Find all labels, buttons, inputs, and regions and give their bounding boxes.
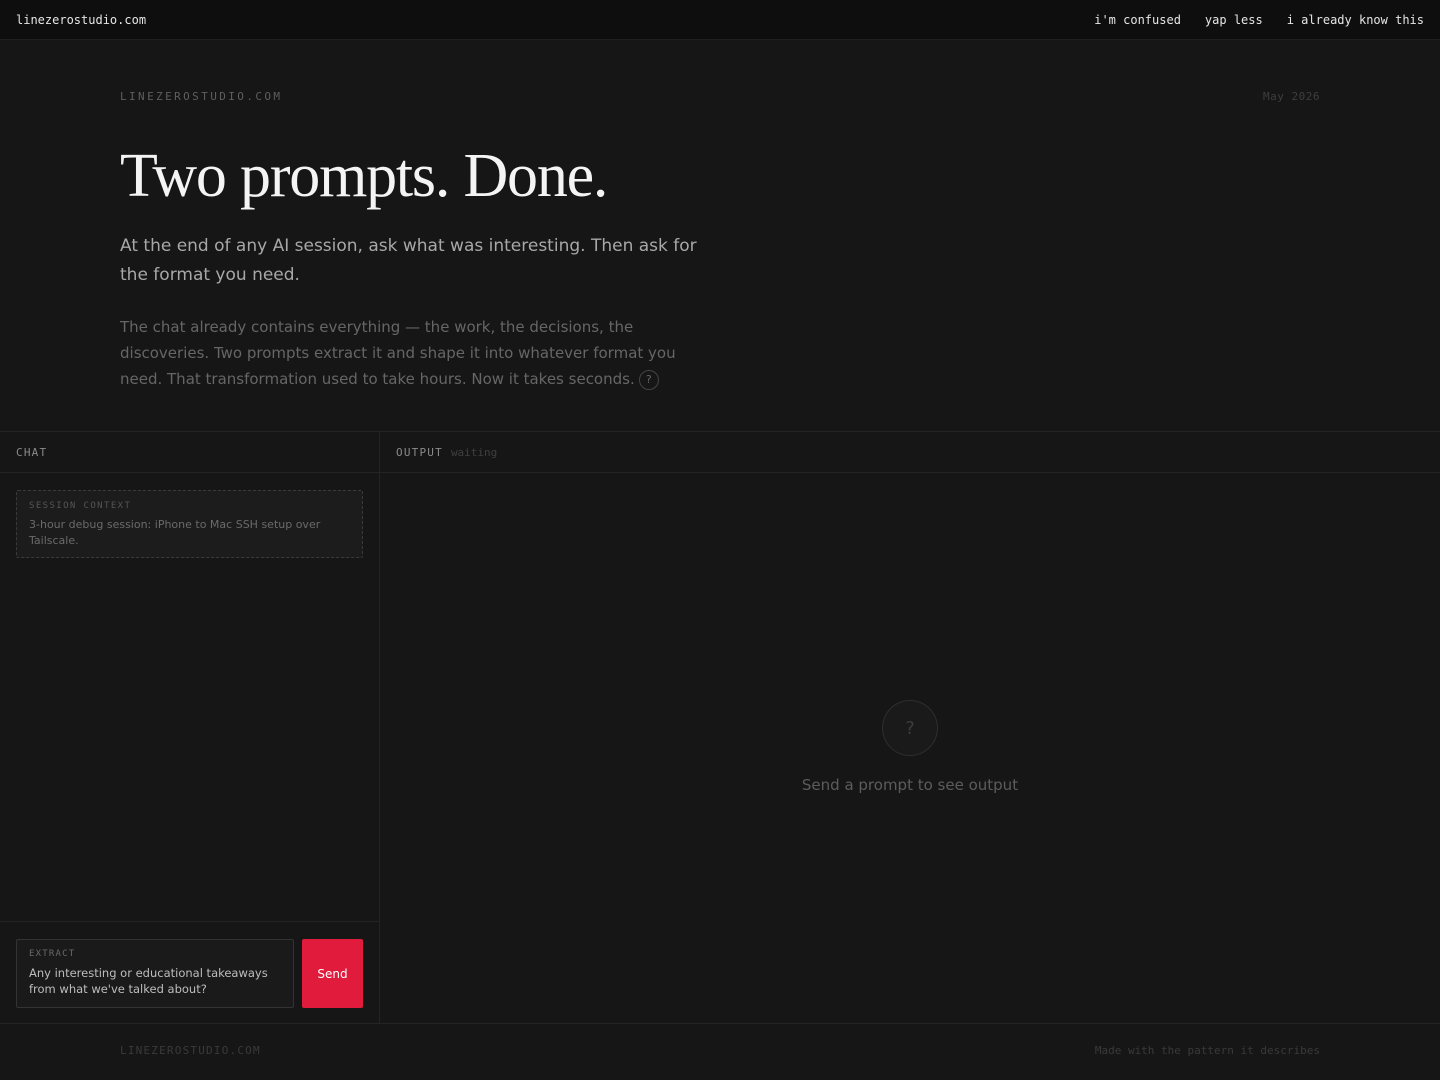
session-context-text: 3-hour debug session: iPhone to Mac SSH …: [29, 518, 321, 547]
top-nav: linezerostudio.com i'm confused yap less…: [0, 0, 1440, 40]
yap-less-link[interactable]: yap less: [1205, 13, 1263, 27]
body-paragraph: The chat already contains everything — t…: [120, 314, 700, 392]
chat-panel-header: CHAT: [0, 432, 379, 473]
prompt-composer: EXTRACT Any interesting or educational t…: [0, 921, 379, 1024]
mode-links: i'm confused yap less i already know thi…: [1094, 13, 1424, 27]
page-footer: LINEZEROSTUDIO.COM Made with the pattern…: [120, 1044, 1320, 1057]
output-status: waiting: [450, 445, 498, 459]
empty-state-text: Send a prompt to see output: [801, 776, 1019, 794]
prompt-input[interactable]: EXTRACT Any interesting or educational t…: [16, 939, 294, 1008]
question-mark-icon: ?: [882, 700, 938, 756]
already-know-link[interactable]: i already know this: [1287, 13, 1424, 27]
footer-brand: LINEZEROSTUDIO.COM: [120, 1044, 261, 1057]
chat-panel-title: CHAT: [16, 445, 48, 459]
output-panel-header: OUTPUT waiting: [380, 432, 1440, 473]
eyebrow: LINEZEROSTUDIO.COM: [120, 90, 283, 103]
send-button[interactable]: Send: [302, 939, 363, 1008]
session-context-label: SESSION CONTEXT: [29, 501, 132, 511]
im-confused-link[interactable]: i'm confused: [1094, 13, 1181, 27]
demo-panels: CHAT SESSION CONTEXT 3-hour debug sessio…: [0, 431, 1440, 1024]
output-panel: OUTPUT waiting ? Send a prompt to see ou…: [380, 432, 1440, 1024]
help-icon[interactable]: ?: [638, 369, 659, 390]
page-title: Two prompts. Done.: [120, 142, 608, 210]
eyebrow-row: LINEZEROSTUDIO.COM May 2026: [120, 90, 1320, 103]
session-context-card: SESSION CONTEXT 3-hour debug session: iP…: [16, 490, 363, 558]
prompt-step-label: EXTRACT: [29, 949, 76, 959]
output-empty-state: ? Send a prompt to see output: [380, 700, 1440, 794]
footer-note: Made with the pattern it describes: [1094, 1044, 1320, 1057]
site-brand-link[interactable]: linezerostudio.com: [16, 13, 146, 27]
lede-paragraph: At the end of any AI session, ask what w…: [120, 236, 697, 285]
output-panel-title: OUTPUT: [396, 445, 443, 459]
chat-panel: CHAT SESSION CONTEXT 3-hour debug sessio…: [0, 432, 380, 1024]
publish-date: May 2026: [1263, 90, 1320, 103]
body-paragraph-text: The chat already contains everything — t…: [120, 318, 676, 388]
prompt-text: Any interesting or educational takeaways…: [29, 966, 268, 996]
